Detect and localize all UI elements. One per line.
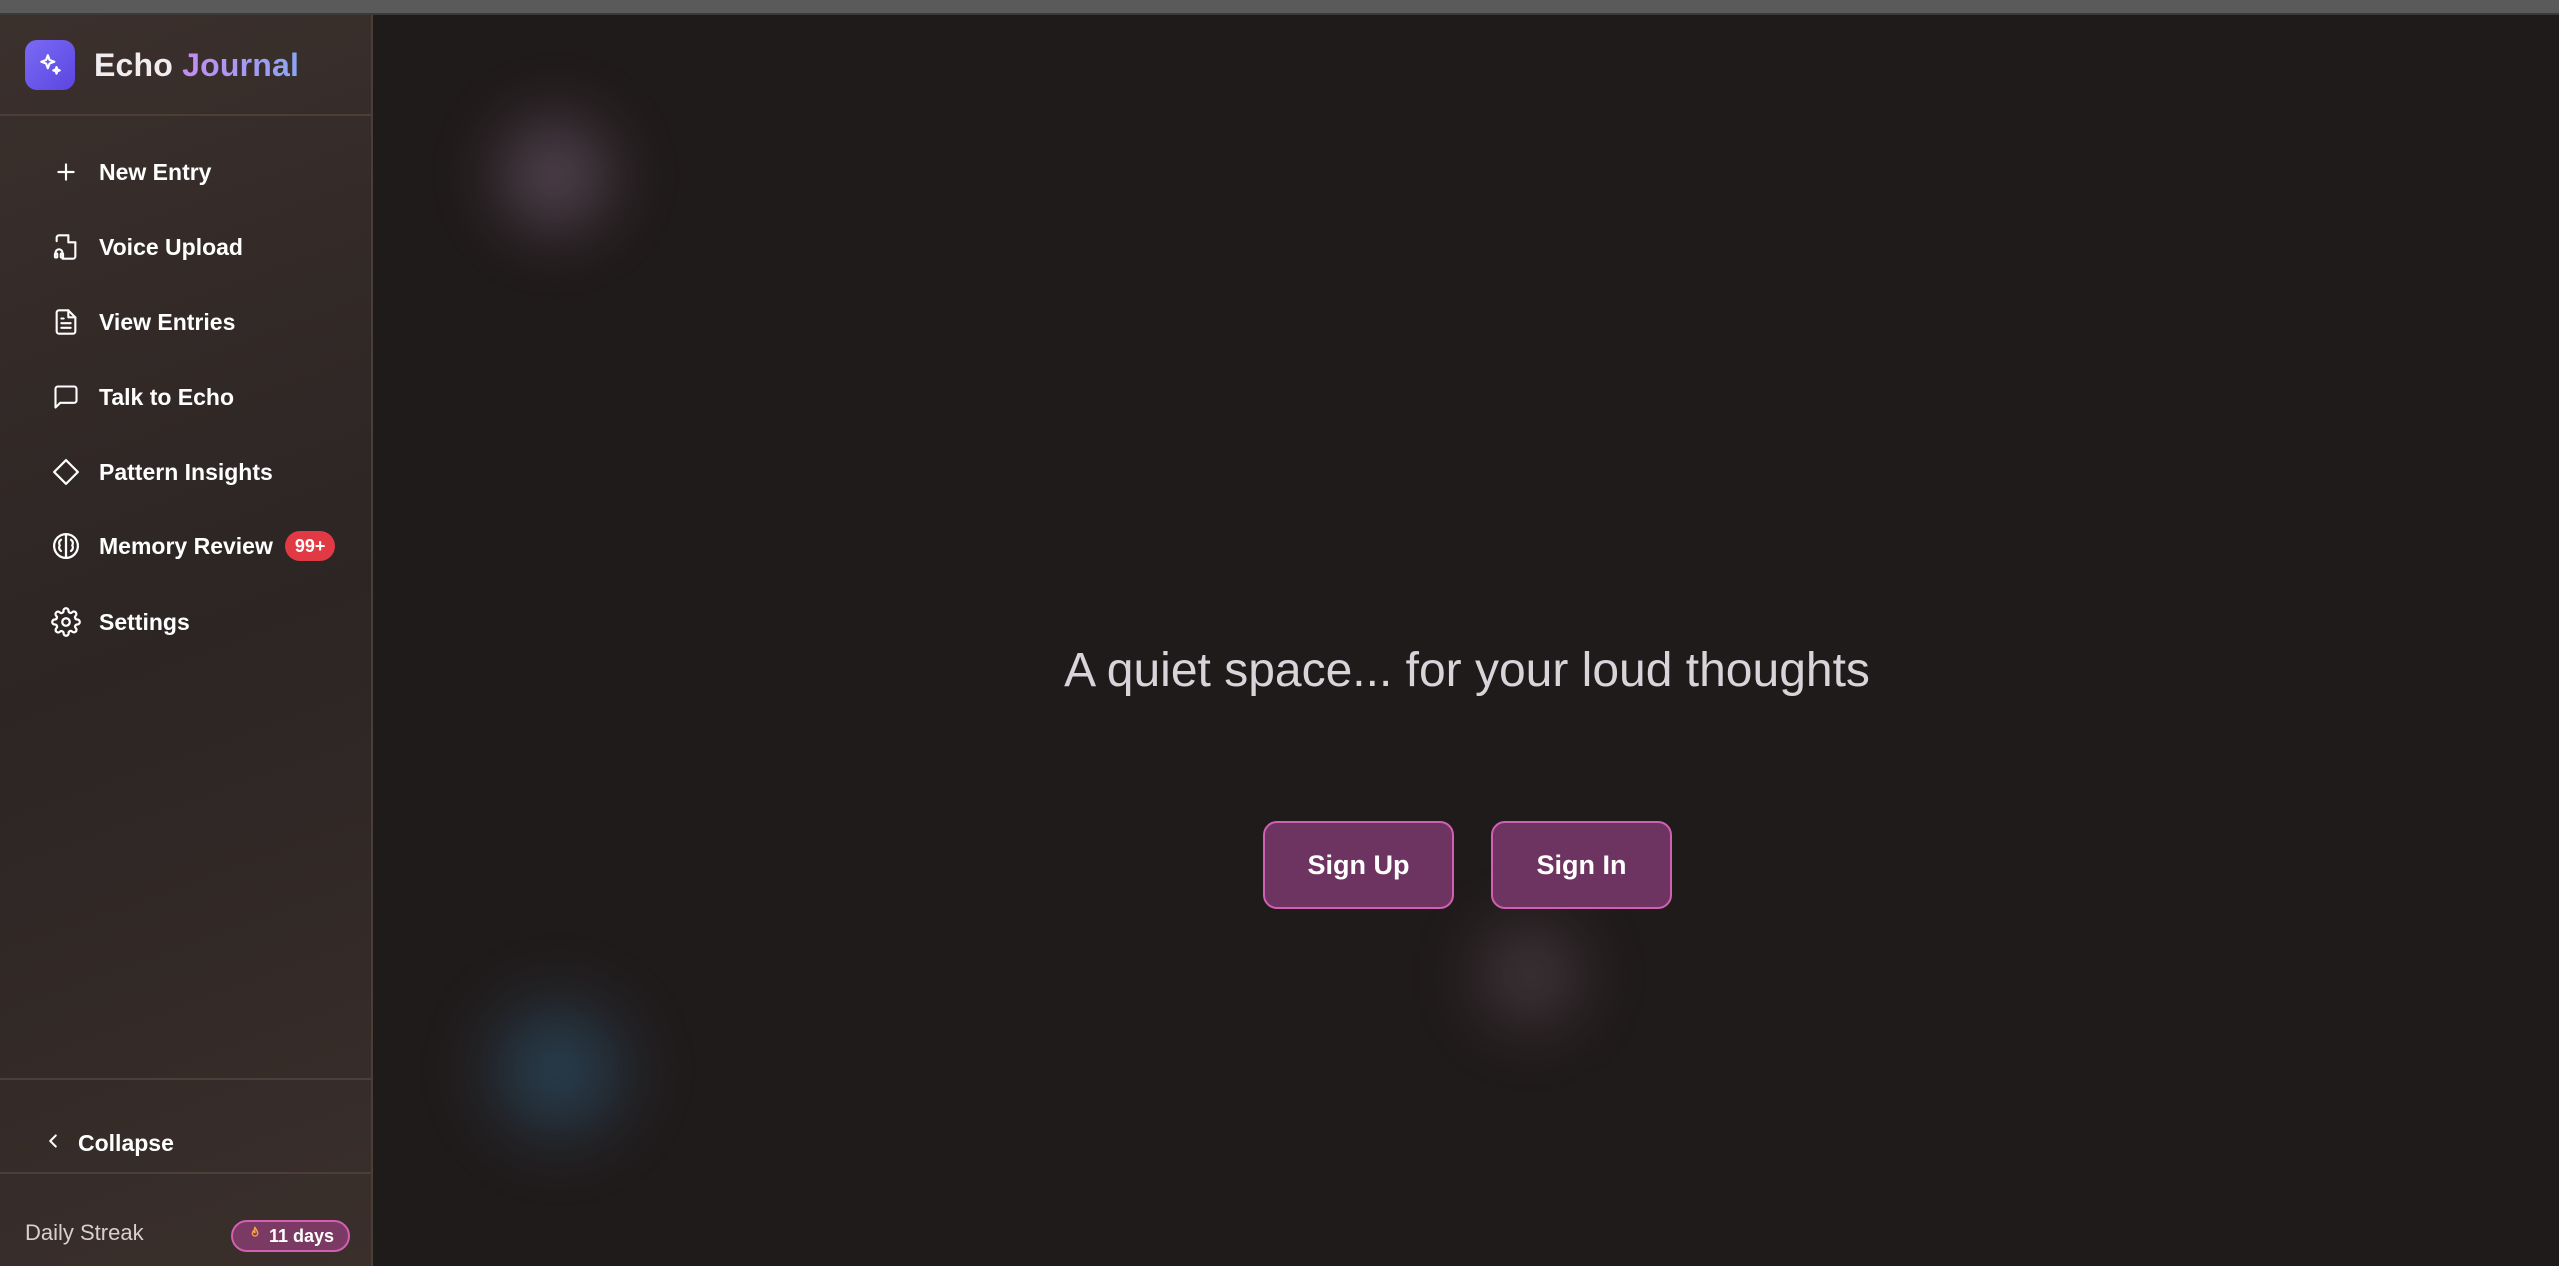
sidebar-divider-bottom	[0, 1172, 371, 1174]
brain-icon	[46, 526, 86, 566]
sidebar-item-voice-upload[interactable]: Voice Upload	[46, 222, 243, 272]
sidebar-item-label: Settings	[99, 608, 190, 635]
sidebar-item-label: Talk to Echo	[99, 383, 235, 410]
tagline: A quiet space... for your loud thoughts	[1064, 644, 1870, 697]
sidebar-item-pattern-insights[interactable]: Pattern Insights	[46, 447, 273, 497]
audio-file-icon	[46, 227, 86, 267]
sidebar-item-label: View Entries	[99, 308, 236, 335]
main-content: A quiet space... for your loud thoughts …	[375, 15, 2559, 1266]
sidebar-item-label: Memory Review	[99, 532, 273, 559]
sign-in-button[interactable]: Sign In	[1491, 821, 1672, 909]
brand[interactable]: Echo Journal	[25, 39, 299, 91]
sidebar: Echo Journal New Entry Voice Upload View…	[0, 15, 373, 1266]
document-icon	[46, 302, 86, 342]
daily-streak-label: Daily Streak	[25, 1220, 144, 1245]
sidebar-item-new-entry[interactable]: New Entry	[46, 147, 211, 197]
decorative-glow	[475, 95, 635, 255]
streak-badge: 11 days	[231, 1220, 351, 1252]
chevron-left-icon	[42, 1130, 64, 1157]
brand-name-echo: Echo	[94, 46, 174, 83]
sidebar-item-settings[interactable]: Settings	[46, 597, 190, 647]
sidebar-divider-top	[0, 114, 371, 116]
diamond-icon	[46, 452, 86, 492]
streak-value: 11 days	[269, 1225, 335, 1246]
collapse-label: Collapse	[78, 1129, 174, 1156]
sidebar-item-label: Voice Upload	[99, 233, 243, 260]
plus-icon	[46, 152, 86, 192]
collapse-button[interactable]: Collapse	[42, 1123, 174, 1163]
flame-icon	[247, 1225, 263, 1248]
sidebar-item-view-entries[interactable]: View Entries	[46, 297, 235, 347]
sidebar-divider-collapse	[0, 1078, 371, 1080]
browser-top-bar	[0, 0, 2559, 15]
gear-icon	[46, 602, 86, 642]
brand-name: Echo Journal	[94, 47, 299, 84]
chat-bubble-icon	[46, 377, 86, 417]
brand-name-journal: Journal	[182, 46, 300, 83]
sidebar-item-memory-review[interactable]: Memory Review 99+	[46, 521, 336, 571]
decorative-glow	[463, 975, 653, 1165]
sparkles-icon	[25, 40, 75, 90]
decorative-glow	[1455, 900, 1605, 1050]
sidebar-item-talk-to-echo[interactable]: Talk to Echo	[46, 372, 234, 422]
sidebar-item-label: New Entry	[99, 158, 212, 185]
notification-badge: 99+	[284, 531, 336, 561]
sign-up-button[interactable]: Sign Up	[1263, 821, 1454, 909]
sidebar-item-label: Pattern Insights	[99, 458, 273, 485]
